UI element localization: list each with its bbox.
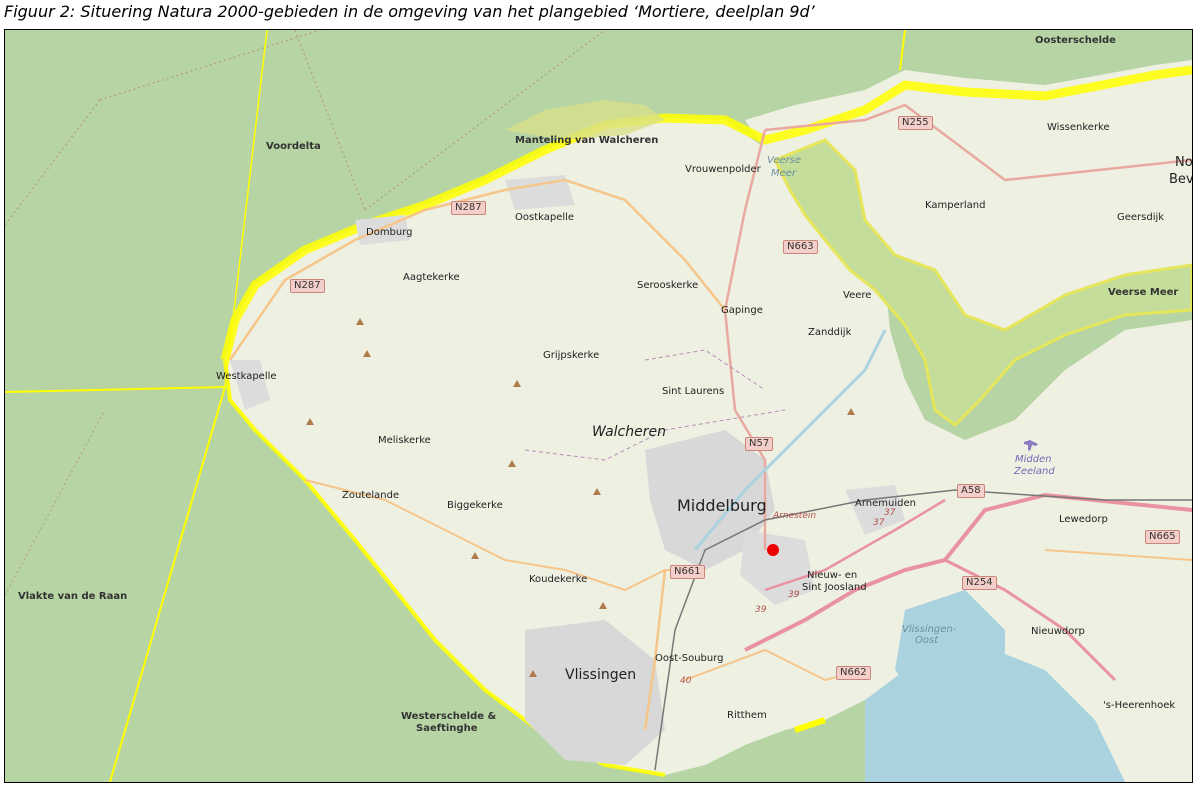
exit-39a: 39 — [788, 590, 800, 600]
figure-caption: Figuur 2: Situering Natura 2000-gebieden… — [4, 2, 815, 21]
label-meliskerke: Meliskerke — [378, 435, 431, 446]
boundary-line — [5, 409, 106, 596]
label-veerse-meer-water-1: Veerse — [767, 155, 802, 166]
label-westkapelle: Westkapelle — [216, 371, 277, 382]
boundary-line — [99, 30, 321, 101]
label-geersdijk: Geersdijk — [1117, 212, 1165, 223]
plan-location-marker — [767, 544, 779, 556]
label-veere: Veere — [843, 290, 872, 301]
boundary-line — [294, 30, 366, 211]
road-n662: N662 — [836, 666, 871, 680]
label-midden-zeeland-1: Midden — [1015, 454, 1052, 465]
label-wissenkerke: Wissenkerke — [1047, 122, 1110, 133]
label-oosterschelde: Oosterschelde — [1035, 35, 1116, 46]
label-gapinge: Gapinge — [721, 305, 763, 316]
road-n287-west: N287 — [290, 279, 325, 293]
boundary-line — [5, 99, 101, 226]
label-s-heerenhoek: 's-Heerenhoek — [1103, 700, 1176, 711]
exit-39b: 39 — [755, 605, 767, 615]
road-n663: N663 — [783, 240, 818, 254]
label-vrouwenpolder: Vrouwenpolder — [685, 164, 761, 175]
label-domburg: Domburg — [366, 227, 413, 238]
exit-37b: 37 — [873, 518, 885, 528]
map[interactable]: Oosterschelde Voordelta Manteling van Wa… — [4, 29, 1193, 783]
label-oostkapelle: Oostkapelle — [515, 212, 575, 223]
label-zoutelande: Zoutelande — [342, 490, 400, 501]
road-n287-north: N287 — [451, 201, 486, 215]
label-veerse-meer-water-2: Meer — [771, 168, 797, 179]
label-midden-zeeland-2: Zeeland — [1014, 466, 1055, 477]
label-nieuw-sint-joosland-2: Sint Joosland — [802, 582, 867, 593]
road-a58: A58 — [957, 484, 985, 498]
label-westerschelde-1: Westerschelde & — [401, 711, 497, 722]
road-n665: N665 — [1145, 530, 1180, 544]
label-koudekerke: Koudekerke — [529, 574, 588, 585]
label-ritthem: Ritthem — [727, 710, 767, 721]
label-sint-laurens: Sint Laurens — [662, 386, 725, 397]
label-aagtekerke: Aagtekerke — [403, 272, 460, 283]
label-voordelta: Voordelta — [266, 141, 321, 152]
label-vlissingen: Vlissingen — [565, 667, 637, 683]
label-lewedorp: Lewedorp — [1059, 514, 1108, 525]
label-kamperland: Kamperland — [925, 200, 986, 211]
label-walcheren: Walcheren — [592, 424, 666, 440]
label-vlissingen-oost-1: Vlissingen- — [902, 624, 957, 635]
label-grijpskerke: Grijpskerke — [543, 350, 600, 361]
road-n255: N255 — [898, 116, 933, 130]
label-middelburg: Middelburg — [677, 496, 767, 515]
label-manteling: Manteling van Walcheren — [515, 135, 659, 146]
natura-boundary — [899, 30, 906, 71]
label-zanddijk: Zanddijk — [808, 327, 852, 338]
label-noord-beveland-1: No — [1175, 155, 1193, 170]
road-n661: N661 — [670, 565, 705, 579]
label-nieuwdorp: Nieuwdorp — [1031, 626, 1085, 637]
label-noord-beveland-2: Bev — [1169, 172, 1193, 187]
label-serooskerke: Serooskerke — [637, 280, 699, 291]
label-vlissingen-oost-2: Oost — [915, 635, 939, 646]
road-n57: N57 — [745, 437, 774, 451]
natura-boundary — [5, 385, 227, 782]
road-n254: N254 — [962, 576, 997, 590]
exit-40: 40 — [680, 676, 692, 686]
exit-37a: 37 — [884, 508, 896, 518]
label-nieuw-sint-joosland-1: Nieuw- en — [807, 570, 858, 581]
label-westerschelde-2: Saeftinghe — [416, 723, 478, 734]
label-vlakte-van-de-raan: Vlakte van de Raan — [18, 591, 128, 602]
label-arnestein: Arnestein — [773, 511, 817, 521]
label-veerse-meer: Veerse Meer — [1108, 287, 1179, 298]
label-oost-souburg: Oost-Souburg — [655, 653, 724, 664]
label-biggekerke: Biggekerke — [447, 500, 503, 511]
